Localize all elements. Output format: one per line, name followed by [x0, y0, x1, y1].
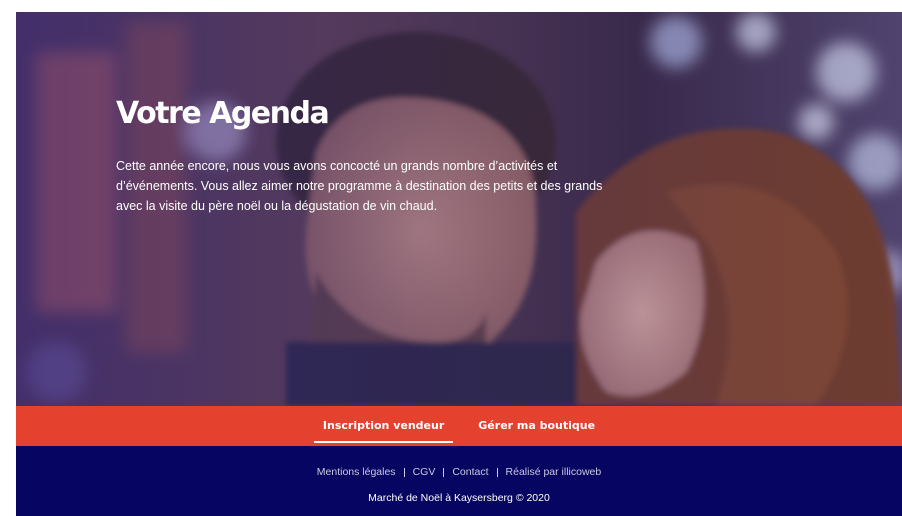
footer-copyright: Marché de Noël à Kaysersberg © 2020	[368, 492, 550, 504]
manage-shop-button[interactable]: Gérer ma boutique	[469, 413, 604, 439]
hero-banner: Votre Agenda Cette année encore, nous vo…	[16, 12, 902, 406]
footer-link-contact[interactable]: Contact	[452, 466, 488, 478]
footer-links: Mentions légales CGV Contact Réalisé par il…	[16, 466, 902, 478]
footer: Mentions légales CGV Contact Réalisé par il…	[16, 446, 902, 516]
footer-separator	[496, 468, 498, 477]
footer-separator	[403, 468, 405, 477]
footer-link-legal[interactable]: Mentions légales	[317, 466, 396, 478]
footer-link-cgv[interactable]: CGV	[413, 466, 436, 478]
footer-link-credit[interactable]: Réalisé par illicoweb	[506, 466, 602, 478]
footer-separator	[443, 468, 445, 477]
hero-description: Cette année encore, nous vous avons conc…	[116, 159, 603, 213]
page: Votre Agenda Cette année encore, nous vo…	[16, 12, 902, 516]
page-title: Votre Agenda	[116, 96, 330, 131]
vendor-action-bar: Inscription vendeur Gérer ma boutique	[16, 406, 902, 446]
vendor-signup-button[interactable]: Inscription vendeur	[313, 413, 454, 443]
hero-content: Votre Agenda Cette année encore, nous vo…	[116, 94, 616, 216]
